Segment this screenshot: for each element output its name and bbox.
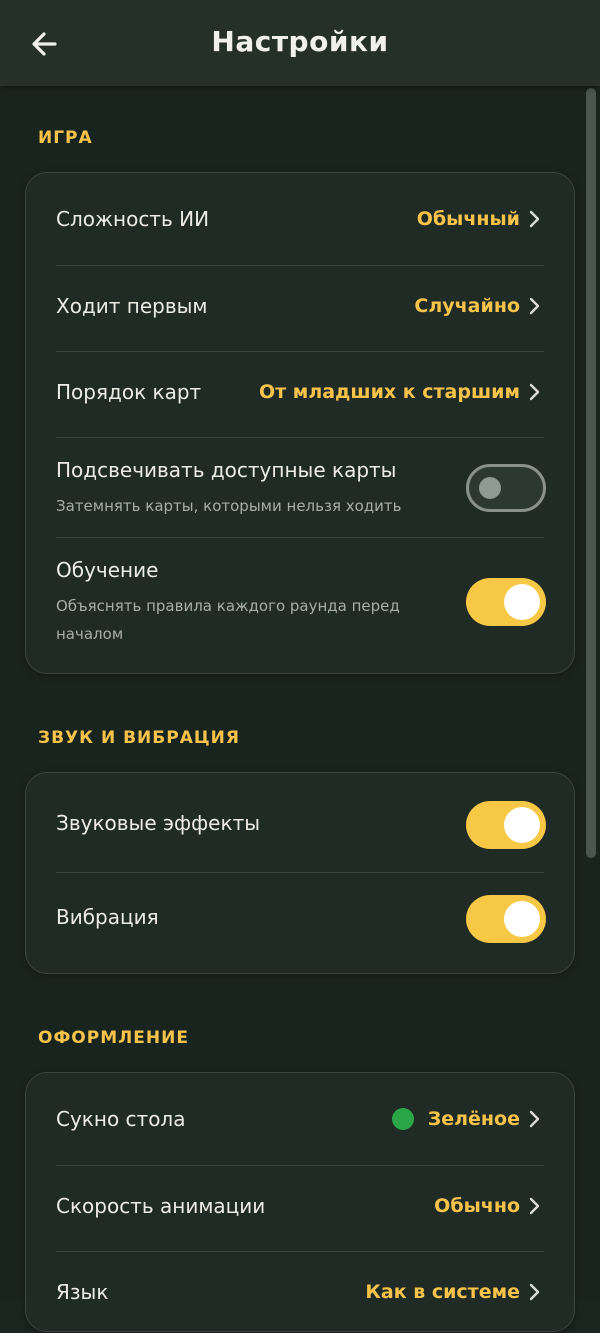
first-move-label: Ходит первым bbox=[56, 294, 208, 318]
toggle-knob bbox=[504, 901, 540, 937]
appearance-settings-card: Сукно стола Зелёное Скорость анимации Об… bbox=[25, 1072, 575, 1332]
card-order-label: Порядок карт bbox=[56, 380, 202, 404]
highlight-row[interactable]: Подсвечивать доступные карты Затемнять к… bbox=[56, 438, 546, 538]
chevron-right-icon bbox=[526, 383, 544, 401]
chevron-right-icon bbox=[526, 210, 544, 228]
sound-effects-row[interactable]: Звуковые эффекты bbox=[56, 773, 546, 873]
anim-speed-value: Обычно bbox=[434, 1195, 544, 1217]
chevron-right-icon bbox=[526, 1110, 544, 1128]
tutorial-toggle[interactable] bbox=[466, 578, 546, 626]
first-move-value-text: Случайно bbox=[414, 295, 520, 317]
felt-color-swatch bbox=[391, 1108, 414, 1130]
felt-value: Зелёное bbox=[391, 1108, 544, 1130]
felt-row[interactable]: Сукно стола Зелёное bbox=[56, 1073, 544, 1166]
chevron-right-icon bbox=[526, 1197, 544, 1215]
app-header: Настройки bbox=[0, 0, 600, 86]
section-title-appearance: ОФОРМЛЕНИЕ bbox=[38, 1028, 189, 1048]
language-label: Язык bbox=[56, 1280, 109, 1304]
toggle-knob bbox=[479, 477, 501, 499]
felt-label: Сукно стола bbox=[56, 1107, 186, 1131]
tutorial-row[interactable]: Обучение Объяснять правила каждого раунд… bbox=[56, 538, 546, 675]
toggle-knob bbox=[504, 584, 540, 620]
sound-settings-card: Звуковые эффекты Вибрация bbox=[25, 772, 575, 974]
page-title: Настройки bbox=[211, 25, 389, 58]
highlight-label: Подсвечивать доступные карты bbox=[56, 458, 397, 482]
difficulty-label: Сложность ИИ bbox=[56, 207, 210, 231]
chevron-right-icon bbox=[526, 1283, 544, 1301]
vibration-label: Вибрация bbox=[56, 905, 159, 929]
card-order-row[interactable]: Порядок карт От младших к старшим bbox=[56, 352, 544, 438]
language-row[interactable]: Язык Как в системе bbox=[56, 1252, 544, 1333]
anim-speed-value-text: Обычно bbox=[434, 1195, 520, 1217]
highlight-toggle[interactable] bbox=[466, 464, 546, 512]
difficulty-row[interactable]: Сложность ИИ Обычный bbox=[56, 173, 544, 266]
tutorial-subtitle: Объяснять правила каждого раунда перед н… bbox=[56, 597, 400, 643]
card-order-value: От младших к старшим bbox=[259, 381, 544, 403]
tutorial-label: Обучение bbox=[56, 558, 159, 582]
sound-effects-label: Звуковые эффекты bbox=[56, 811, 261, 835]
game-settings-card: Сложность ИИ Обычный Ходит первым Случай… bbox=[25, 172, 575, 674]
anim-speed-label: Скорость анимации bbox=[56, 1194, 266, 1218]
highlight-subtitle: Затемнять карты, которыми нельзя ходить bbox=[56, 497, 402, 515]
vibration-row[interactable]: Вибрация bbox=[56, 873, 546, 975]
first-move-row[interactable]: Ходит первым Случайно bbox=[56, 266, 544, 352]
first-move-value: Случайно bbox=[414, 295, 544, 317]
card-order-value-text: От младших к старшим bbox=[259, 381, 520, 403]
chevron-right-icon bbox=[526, 297, 544, 315]
toggle-knob bbox=[504, 807, 540, 843]
difficulty-value-text: Обычный bbox=[416, 208, 520, 230]
scrollbar[interactable] bbox=[586, 88, 596, 858]
vibration-toggle[interactable] bbox=[466, 895, 546, 943]
section-title-game: ИГРА bbox=[38, 128, 93, 148]
section-title-sound: ЗВУК И ВИБРАЦИЯ bbox=[38, 728, 240, 748]
anim-speed-row[interactable]: Скорость анимации Обычно bbox=[56, 1166, 544, 1252]
difficulty-value: Обычный bbox=[417, 208, 544, 230]
sound-effects-toggle[interactable] bbox=[466, 801, 546, 849]
settings-content[interactable]: ИГРА Сложность ИИ Обычный Ходит первым С… bbox=[0, 86, 600, 1332]
felt-value-text: Зелёное bbox=[427, 1108, 520, 1130]
